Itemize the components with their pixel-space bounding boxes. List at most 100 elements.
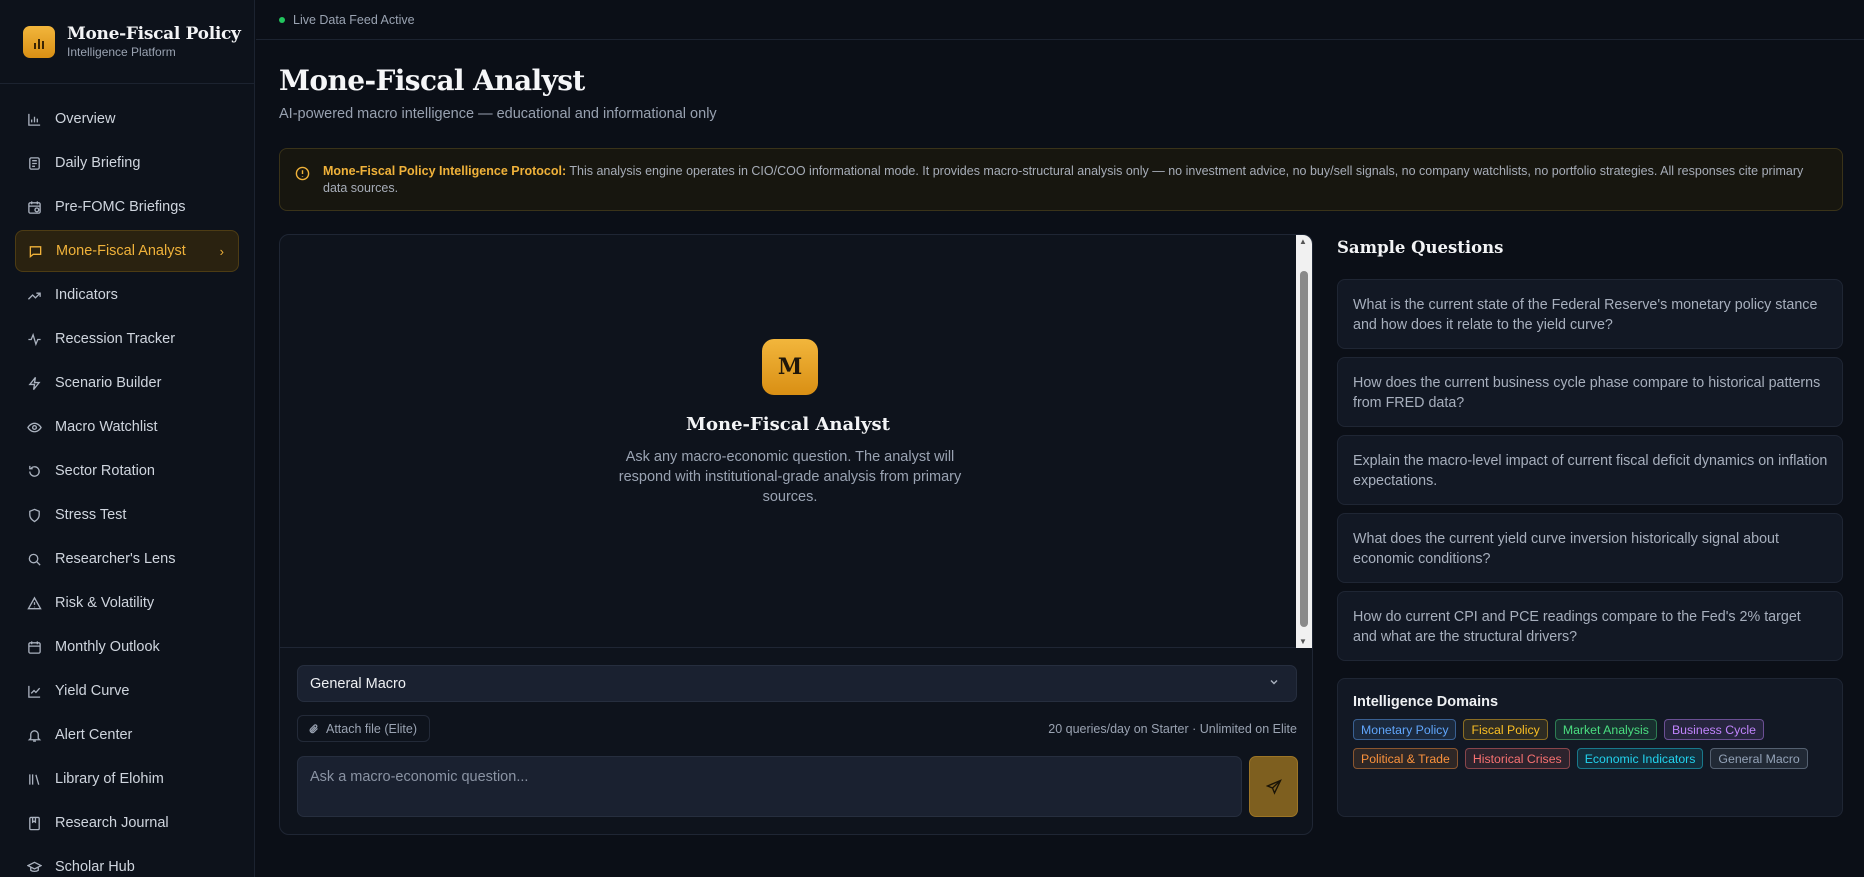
sample-question-card[interactable]: How do current CPI and PCE readings comp… (1337, 591, 1843, 661)
chevron-down-icon (1270, 680, 1278, 685)
page-subtitle: AI-powered macro intelligence — educatio… (279, 106, 717, 122)
brand-title: Mone-Fiscal Policy (67, 24, 241, 44)
domain-tag[interactable]: Economic Indicators (1576, 748, 1704, 769)
query-quota-text: 20 queries/day on Starter · Unlimited on… (1048, 722, 1297, 736)
alert-triangle-icon (27, 596, 42, 609)
message-square-icon (29, 245, 42, 258)
paperclip-icon (309, 723, 318, 733)
empty-state-title: Mone-Fiscal Analyst (686, 414, 890, 435)
sidebar-item-label: Macro Watchlist (55, 419, 158, 435)
zap-icon (28, 376, 41, 390)
sidebar-item-monthly-outlook[interactable]: Monthly Outlook (15, 626, 239, 668)
domain-tag[interactable]: General Macro (1710, 748, 1808, 769)
sample-question-card[interactable]: What does the current yield curve invers… (1337, 513, 1843, 583)
protocol-notice: Mone-Fiscal Policy Intelligence Protocol… (279, 148, 1843, 211)
chevron-right-icon: › (219, 243, 224, 259)
sidebar-item-researchers-lens[interactable]: Researcher's Lens (15, 538, 239, 580)
protocol-label: Mone-Fiscal Policy Intelligence Protocol… (323, 164, 567, 178)
sidebar-item-mone-fiscal-analyst[interactable]: Mone-Fiscal Analyst › (15, 230, 239, 272)
sidebar-item-daily-briefing[interactable]: Daily Briefing (15, 142, 239, 184)
sidebar-item-research-journal[interactable]: Research Journal (15, 802, 239, 844)
scroll-down-arrow-icon[interactable]: ▼ (1299, 637, 1307, 646)
domain-tag[interactable]: Monetary Policy (1353, 719, 1457, 740)
search-icon (28, 553, 41, 566)
sidebar-item-label: Overview (55, 111, 116, 127)
sidebar-item-label: Alert Center (55, 727, 133, 743)
topbar: Live Data Feed Active (256, 0, 1864, 40)
sidebar-item-alert-center[interactable]: Alert Center (15, 714, 239, 756)
line-chart-icon (28, 685, 41, 698)
sample-question-card[interactable]: Explain the macro-level impact of curren… (1337, 435, 1843, 505)
send-icon (1265, 778, 1282, 795)
page-title: Mone-Fiscal Analyst (279, 64, 585, 97)
shield-icon (29, 508, 40, 522)
sidebar-item-label: Library of Elohim (55, 771, 164, 787)
sidebar-item-library-of-elohim[interactable]: Library of Elohim (15, 758, 239, 800)
sidebar-item-risk-volatility[interactable]: Risk & Volatility (15, 582, 239, 624)
sample-questions-title: Sample Questions (1337, 238, 1504, 257)
bell-icon (27, 729, 42, 742)
sidebar-item-label: Mone-Fiscal Analyst (56, 243, 186, 259)
sidebar-item-label: Monthly Outlook (55, 639, 160, 655)
brand[interactable]: Mone-Fiscal Policy Intelligence Platform (0, 0, 254, 84)
sample-question-card[interactable]: What is the current state of the Federal… (1337, 279, 1843, 349)
sidebar-item-scholar-hub[interactable]: Scholar Hub (15, 846, 239, 877)
sidebar-item-stress-test[interactable]: Stress Test (15, 494, 239, 536)
sidebar-nav: Overview Daily Briefing Pre-FOMC Briefin… (0, 84, 254, 877)
calendar-clock-icon (28, 200, 41, 214)
brand-subtitle: Intelligence Platform (67, 45, 176, 59)
bar-chart-icon (28, 113, 41, 126)
sidebar-item-macro-watchlist[interactable]: Macro Watchlist (15, 406, 239, 448)
domain-tag[interactable]: Fiscal Policy (1463, 719, 1548, 740)
scroll-up-arrow-icon[interactable]: ▲ (1299, 237, 1307, 246)
sidebar-item-label: Sector Rotation (55, 463, 155, 479)
analyst-avatar: M (762, 339, 818, 395)
domain-tag[interactable]: Business Cycle (1663, 719, 1764, 740)
domain-tag[interactable]: Political & Trade (1353, 748, 1458, 769)
chat-messages-area[interactable]: M Mone-Fiscal Analyst Ask any macro-econ… (280, 235, 1312, 648)
sidebar-item-scenario-builder[interactable]: Scenario Builder (15, 362, 239, 404)
intelligence-domains-title: Intelligence Domains (1353, 694, 1499, 710)
domain-tag[interactable]: Historical Crises (1464, 748, 1570, 769)
sidebar-item-label: Yield Curve (55, 683, 130, 699)
domain-select[interactable]: General Macro (297, 665, 1297, 702)
sidebar-item-sector-rotation[interactable]: Sector Rotation (15, 450, 239, 492)
intelligence-domains-panel: Intelligence Domains Monetary Policy Fis… (1337, 678, 1843, 817)
sidebar-item-label: Research Journal (55, 815, 169, 831)
send-button[interactable] (1249, 756, 1298, 817)
activity-icon (28, 332, 41, 346)
sidebar-item-pre-fomc-briefings[interactable]: Pre-FOMC Briefings (15, 186, 239, 228)
scrollbar-thumb[interactable] (1300, 271, 1308, 627)
attach-file-label: Attach file (Elite) (326, 721, 418, 736)
sidebar-item-label: Researcher's Lens (55, 551, 176, 567)
newspaper-icon (29, 156, 40, 170)
sidebar-item-indicators[interactable]: Indicators (15, 274, 239, 316)
library-icon (29, 773, 40, 785)
book-icon (29, 816, 40, 830)
sidebar-item-label: Scenario Builder (55, 375, 162, 391)
calendar-icon (28, 640, 41, 654)
chat-panel: M Mone-Fiscal Analyst Ask any macro-econ… (279, 234, 1313, 835)
sidebar-item-label: Indicators (55, 287, 118, 303)
live-status-dot (279, 16, 285, 23)
alert-circle-icon (295, 166, 310, 181)
sidebar-item-label: Recession Tracker (55, 331, 176, 347)
sample-question-card[interactable]: How does the current business cycle phas… (1337, 357, 1843, 427)
live-status-text: Live Data Feed Active (293, 12, 415, 27)
sidebar-item-label: Scholar Hub (55, 859, 135, 875)
attach-file-button[interactable]: Attach file (Elite) (297, 715, 431, 742)
empty-state-description: Ask any macro-economic question. The ana… (618, 449, 962, 505)
bar-chart-logo-icon (23, 25, 55, 58)
sidebar-item-recession-tracker[interactable]: Recession Tracker (15, 318, 239, 360)
sidebar-item-label: Pre-FOMC Briefings (55, 199, 186, 215)
sidebar-item-label: Stress Test (55, 507, 127, 523)
domain-tag[interactable]: Market Analysis (1554, 719, 1657, 740)
domain-tags: Monetary Policy Fiscal Policy Market Ana… (1353, 719, 1823, 769)
sidebar-item-overview[interactable]: Overview (15, 98, 239, 140)
question-input[interactable] (297, 756, 1242, 817)
chat-scrollbar[interactable]: ▲ ▼ (1296, 235, 1312, 648)
sidebar-item-yield-curve[interactable]: Yield Curve (15, 670, 239, 712)
sidebar: Mone-Fiscal Policy Intelligence Platform… (0, 0, 255, 877)
trending-up-icon (27, 292, 41, 300)
domain-select-value: General Macro (310, 675, 406, 692)
